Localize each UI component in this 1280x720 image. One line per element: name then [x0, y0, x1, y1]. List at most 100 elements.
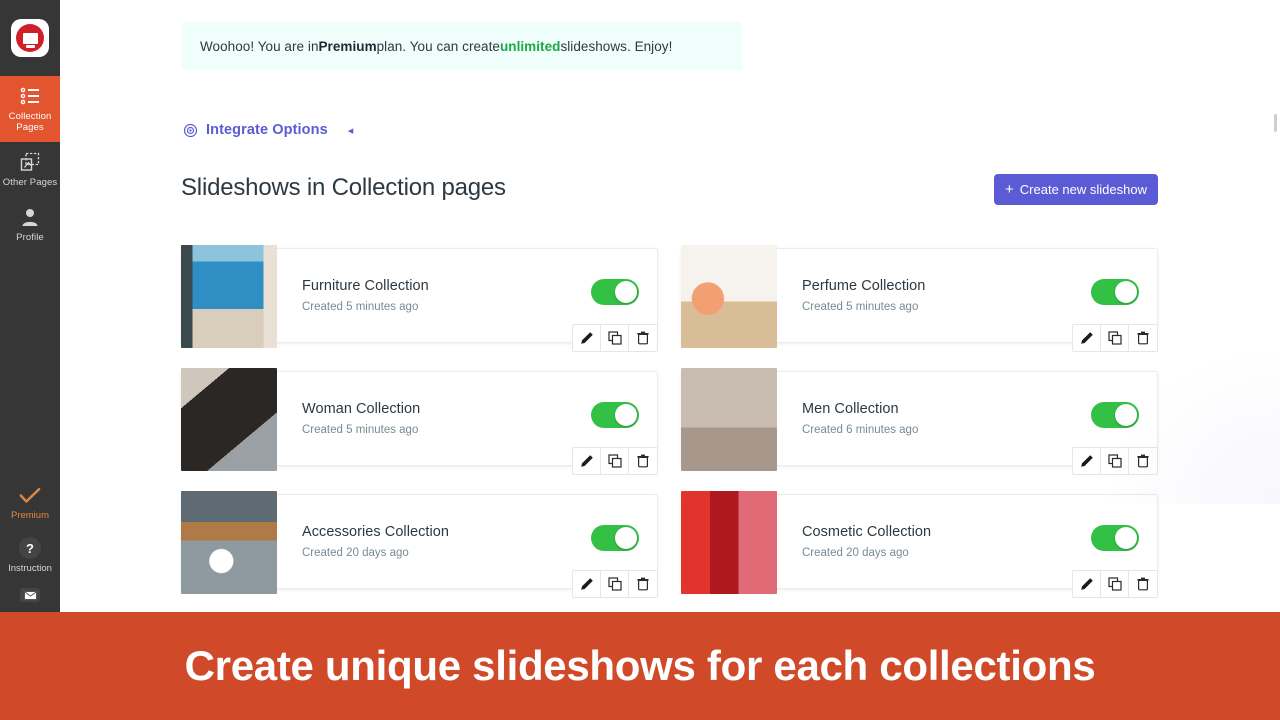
card-subtitle: Created 5 minutes ago — [302, 301, 419, 313]
card-title: Woman Collection — [302, 401, 421, 417]
instruction-label: Instruction — [8, 563, 52, 574]
card-actions — [1072, 447, 1158, 475]
delete-icon[interactable] — [629, 325, 657, 351]
card-body: Furniture Collection Created 5 minutes a… — [302, 249, 429, 342]
slideshow-enable-toggle[interactable] — [591, 525, 639, 551]
card-subtitle: Created 5 minutes ago — [802, 301, 919, 313]
card-subtitle: Created 6 minutes ago — [802, 424, 919, 436]
card-title: Furniture Collection — [302, 278, 429, 294]
card-title: Perfume Collection — [802, 278, 926, 294]
perfume-thumbnail — [681, 245, 777, 348]
sidebar: Collection Pages Other Pages Profile Pre… — [0, 0, 60, 612]
app-root: Collection Pages Other Pages Profile Pre… — [0, 0, 1280, 720]
sidebar-item-mail[interactable] — [0, 580, 60, 612]
toggle-knob — [615, 281, 637, 303]
card-title: Accessories Collection — [302, 524, 449, 540]
question-icon: ? — [19, 537, 41, 559]
integrate-options-label: Integrate Options — [206, 122, 328, 138]
duplicate-icon[interactable] — [1101, 325, 1129, 351]
woman-thumbnail — [181, 368, 277, 471]
men-thumbnail — [681, 368, 777, 471]
duplicate-icon[interactable] — [601, 448, 629, 474]
notice-highlight: unlimited — [499, 38, 561, 54]
pages-icon — [19, 151, 41, 173]
card-body: Woman Collection Created 5 minutes ago — [302, 372, 420, 465]
sidebar-item-label: Collection Pages — [8, 111, 52, 133]
notice-plan: Premium — [318, 38, 377, 54]
card-body: Perfume Collection Created 5 minutes ago — [802, 249, 925, 342]
bottom-banner-text: Create unique slideshows for each collec… — [184, 642, 1096, 689]
card-actions — [572, 570, 658, 598]
sidebar-item-premium[interactable]: Premium — [0, 479, 60, 527]
card-subtitle: Created 20 days ago — [302, 547, 409, 559]
page-scrollbar[interactable] — [1274, 114, 1277, 132]
edit-icon[interactable] — [1073, 325, 1101, 351]
projector-icon — [22, 32, 38, 48]
slideshow-card[interactable]: Accessories Collection Created 20 days a… — [181, 491, 658, 598]
notice-suffix: slideshows. Enjoy! — [560, 38, 673, 54]
slideshow-app-logo — [11, 19, 49, 57]
delete-icon[interactable] — [629, 448, 657, 474]
cosmetic-thumbnail — [681, 491, 777, 594]
profile-icon — [19, 206, 41, 228]
duplicate-icon[interactable] — [601, 571, 629, 597]
slideshow-card[interactable]: Furniture Collection Created 5 minutes a… — [181, 245, 658, 352]
delete-icon[interactable] — [629, 571, 657, 597]
card-body: Accessories Collection Created 20 days a… — [302, 495, 449, 588]
delete-icon[interactable] — [1129, 448, 1157, 474]
slideshow-enable-toggle[interactable] — [1091, 279, 1139, 305]
slideshow-enable-toggle[interactable] — [1091, 525, 1139, 551]
duplicate-icon[interactable] — [601, 325, 629, 351]
slideshow-grid: Furniture Collection Created 5 minutes a… — [181, 245, 1221, 598]
sidebar-item-label: Profile — [16, 232, 44, 243]
bottom-promo-banner: Create unique slideshows for each collec… — [0, 612, 1280, 720]
card-actions — [572, 324, 658, 352]
sidebar-item-label: Other Pages — [2, 177, 58, 188]
sidebar-item-instruction[interactable]: ? Instruction — [0, 527, 60, 580]
edit-icon[interactable] — [573, 571, 601, 597]
card-body: Cosmetic Collection Created 20 days ago — [802, 495, 931, 588]
premium-label: Premium — [10, 510, 49, 521]
delete-icon[interactable] — [1129, 325, 1157, 351]
sidebar-item-profile[interactable]: Profile — [0, 197, 60, 252]
slideshow-enable-toggle[interactable] — [591, 402, 639, 428]
envelope-icon — [20, 588, 40, 602]
gear-icon — [183, 123, 198, 138]
card-title: Men Collection — [802, 401, 899, 417]
edit-icon[interactable] — [573, 325, 601, 351]
slideshow-card[interactable]: Men Collection Created 6 minutes ago — [681, 368, 1158, 475]
slideshow-card[interactable]: Perfume Collection Created 5 minutes ago — [681, 245, 1158, 352]
sidebar-item-other-pages[interactable]: Other Pages — [0, 142, 60, 197]
card-title: Cosmetic Collection — [802, 524, 932, 540]
page-title: Slideshows in Collection pages — [181, 174, 506, 201]
slideshow-enable-toggle[interactable] — [1091, 402, 1139, 428]
integrate-options-toggle[interactable]: Integrate Options ◂ — [183, 122, 353, 138]
logo-circle — [16, 24, 44, 52]
collapse-caret-icon[interactable]: ◂ — [348, 124, 354, 137]
edit-icon[interactable] — [573, 448, 601, 474]
plus-icon: + — [1005, 180, 1014, 198]
accessories-thumbnail — [181, 491, 277, 594]
duplicate-icon[interactable] — [1101, 448, 1129, 474]
card-actions — [572, 447, 658, 475]
create-button-label: Create new slideshow — [1019, 182, 1147, 197]
toggle-knob — [1115, 404, 1137, 426]
slideshow-card[interactable]: Woman Collection Created 5 minutes ago — [181, 368, 658, 475]
toggle-knob — [1115, 527, 1137, 549]
app-logo[interactable] — [0, 0, 60, 76]
duplicate-icon[interactable] — [1101, 571, 1129, 597]
sidebar-item-collection-pages[interactable]: Collection Pages — [0, 76, 60, 142]
notice-prefix: Woohoo! You are in — [200, 38, 319, 54]
edit-icon[interactable] — [1073, 571, 1101, 597]
create-new-slideshow-button[interactable]: + Create new slideshow — [994, 174, 1158, 205]
toggle-knob — [1115, 281, 1137, 303]
toggle-knob — [615, 527, 637, 549]
edit-icon[interactable] — [1073, 448, 1101, 474]
toggle-knob — [615, 404, 637, 426]
delete-icon[interactable] — [1129, 571, 1157, 597]
slideshow-enable-toggle[interactable] — [591, 279, 639, 305]
card-actions — [1072, 324, 1158, 352]
card-subtitle: Created 20 days ago — [802, 547, 909, 559]
slideshow-card[interactable]: Cosmetic Collection Created 20 days ago — [681, 491, 1158, 598]
check-icon — [19, 485, 41, 507]
